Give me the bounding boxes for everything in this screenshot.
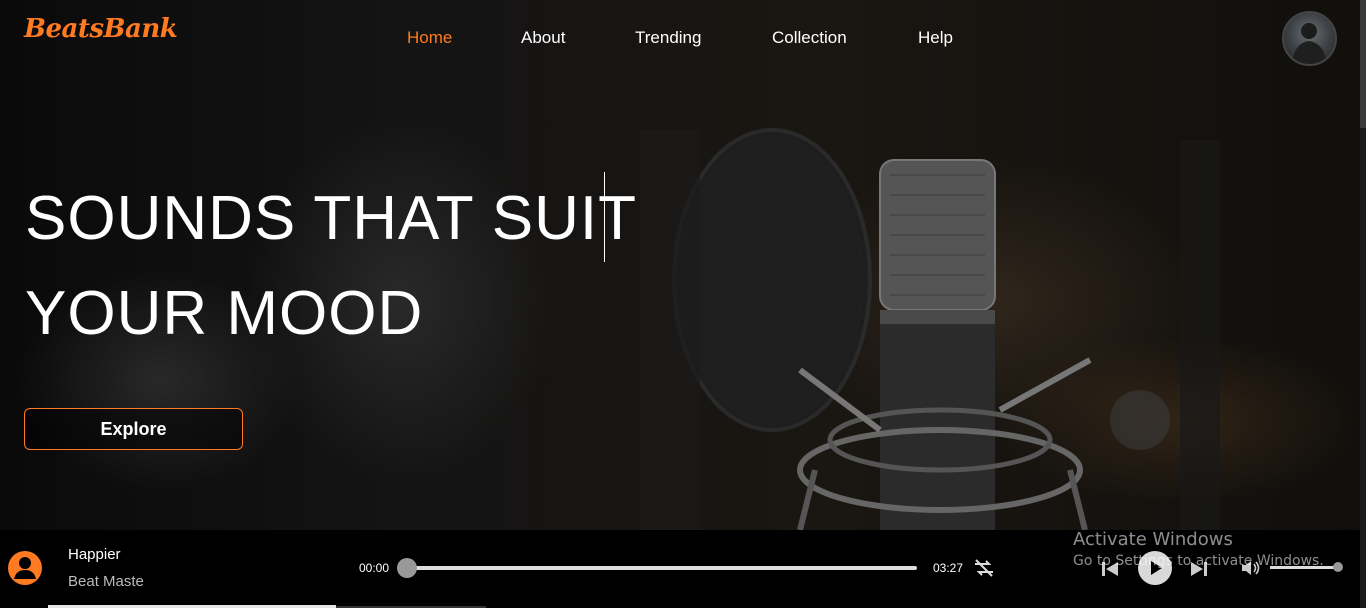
scrollbar-thumb[interactable] — [1360, 0, 1366, 128]
nav-about[interactable]: About — [521, 28, 565, 48]
watermark-title: Activate Windows — [1073, 529, 1233, 550]
track-title: Happier — [68, 546, 121, 563]
explore-button[interactable]: Explore — [24, 408, 243, 450]
nav-home[interactable]: Home — [407, 28, 452, 48]
text-cursor — [604, 172, 605, 262]
hero-headline-line2: YOUR MOOD — [25, 279, 424, 348]
microphone-illustration — [640, 128, 1220, 530]
loop-icon[interactable] — [972, 556, 996, 580]
seek-knob[interactable] — [397, 558, 417, 578]
watermark-subtitle: Go to Settings to activate Windows. — [1073, 553, 1324, 569]
user-circle-icon — [8, 551, 42, 585]
track-artist: Beat Maste — [68, 573, 144, 590]
activate-windows-watermark: Activate Windows Go to Settings to activ… — [1073, 529, 1324, 569]
nav-trending[interactable]: Trending — [635, 28, 701, 48]
hero-background — [0, 0, 1366, 530]
user-avatar[interactable] — [1282, 11, 1337, 66]
current-time: 00:00 — [359, 561, 390, 575]
page-scrollbar[interactable] — [1360, 0, 1366, 608]
nav-help[interactable]: Help — [918, 28, 953, 48]
user-avatar-photo — [1292, 23, 1327, 64]
hero-headline-line1: SOUNDS THAT SUIT — [25, 184, 637, 253]
total-time: 03:27 — [933, 561, 964, 575]
main-nav: Home About Trending Collection Help — [0, 28, 1366, 50]
seek-bar[interactable] — [397, 558, 917, 578]
volume-knob[interactable] — [1333, 562, 1343, 572]
nav-collection[interactable]: Collection — [772, 28, 847, 48]
